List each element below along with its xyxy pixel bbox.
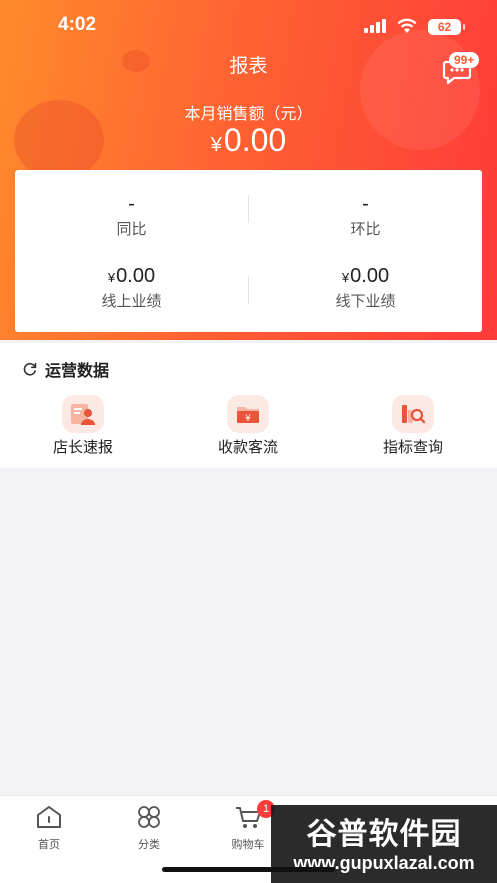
- offline-label: 线下业绩: [335, 292, 396, 310]
- svg-text:¥: ¥: [245, 414, 251, 424]
- offline-amount: 0.00: [350, 265, 390, 287]
- wifi-icon: [397, 18, 417, 33]
- signal-icon: [364, 19, 388, 33]
- status-bar: 4:02 62: [0, 0, 497, 52]
- offline-stat[interactable]: ¥0.00 线下业绩: [249, 265, 482, 311]
- page-title: 报表: [229, 55, 268, 77]
- tab-category[interactable]: 分类: [119, 804, 179, 852]
- tab-home-label: 首页: [38, 838, 60, 851]
- metric-query-label: 指标查询: [382, 438, 443, 456]
- mom-stat[interactable]: - 环比: [249, 193, 482, 239]
- tab-home[interactable]: 首页: [19, 804, 79, 852]
- operations-title: 运营数据: [45, 361, 110, 380]
- online-amount: 0.00: [116, 265, 156, 287]
- mom-label: 环比: [350, 220, 381, 238]
- battery-icon: 62: [428, 19, 465, 35]
- online-value: ¥0.00: [15, 265, 248, 288]
- manager-report-button[interactable]: 店长速报: [23, 395, 143, 457]
- stats-card: - 同比 - 环比 ¥0.00 线上业绩 ¥0.00 线下业绩: [15, 170, 482, 332]
- home-icon: [37, 806, 61, 828]
- operations-header: 运营数据: [22, 357, 109, 381]
- currency-symbol: ¥: [341, 270, 350, 285]
- yoy-label: 同比: [116, 220, 147, 238]
- monthly-sales-label: 本月销售额（元）: [184, 104, 313, 123]
- manager-report-icon: [62, 395, 104, 433]
- offline-value: ¥0.00: [249, 265, 482, 288]
- operations-section: 运营数据 店长速报 ¥ 收款客流 指标查询: [0, 343, 497, 468]
- refresh-icon: [23, 362, 37, 376]
- metric-query-icon: [392, 395, 434, 433]
- currency-symbol: ¥: [107, 270, 116, 285]
- status-time: 4:02: [58, 14, 97, 35]
- payment-flow-button[interactable]: ¥ 收款客流: [188, 395, 308, 457]
- sales-amount: 0.00: [223, 122, 287, 158]
- watermark-title: 谷普软件园: [306, 817, 462, 852]
- yoy-stat[interactable]: - 同比: [15, 193, 248, 239]
- payment-flow-icon: ¥: [227, 395, 269, 433]
- metric-query-button[interactable]: 指标查询: [353, 395, 473, 457]
- tab-cart[interactable]: 1 购物车: [218, 800, 278, 852]
- category-icon: [138, 806, 160, 828]
- message-badge: 99+: [449, 52, 480, 68]
- manager-report-label: 店长速报: [52, 438, 113, 456]
- currency-symbol: ¥: [210, 134, 222, 156]
- tab-cart-label: 购物车: [231, 838, 265, 851]
- payment-flow-label: 收款客流: [217, 438, 278, 456]
- home-indicator: [162, 867, 335, 872]
- yoy-value: -: [128, 193, 135, 215]
- online-label: 线上业绩: [101, 292, 162, 310]
- monthly-sales-value: ¥0.00: [0, 122, 497, 159]
- mom-value: -: [362, 193, 369, 215]
- online-stat[interactable]: ¥0.00 线上业绩: [15, 265, 248, 311]
- tab-category-label: 分类: [138, 838, 160, 851]
